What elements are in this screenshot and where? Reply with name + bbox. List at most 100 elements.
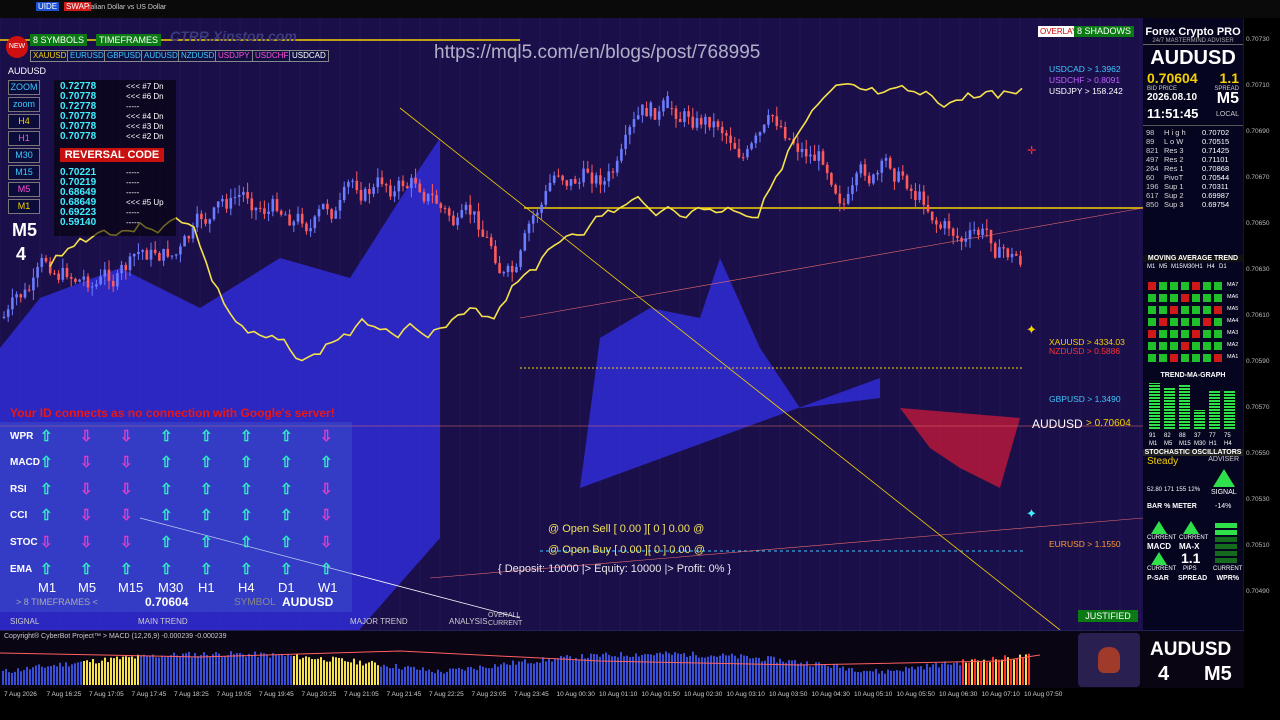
symbol-button-usdjpy[interactable]: USDJPY (215, 50, 253, 62)
candle-body (279, 210, 283, 215)
macd-bar (581, 654, 583, 685)
up-arrow-icon: ⇧ (40, 481, 53, 498)
candle-body (670, 108, 674, 109)
down-arrow-icon: ⇩ (80, 481, 93, 498)
candle-body (846, 193, 850, 204)
pivot-count: 821 (1146, 146, 1159, 155)
macd-bar (323, 660, 325, 685)
candle-body (212, 207, 216, 220)
candle-body (557, 175, 560, 177)
level-tag: <<< #5 Up (126, 198, 164, 207)
tf-button-zoom[interactable]: ZOOM (8, 80, 40, 95)
price-chart[interactable]: https://mql5.com/en/blogs/post/768995 CT… (0, 18, 1244, 630)
candle-body (531, 215, 535, 224)
indicator-label-ema: EMA (10, 564, 33, 575)
candle-body (128, 256, 132, 271)
candle-body (888, 157, 892, 169)
ma-cell (1170, 342, 1178, 350)
macd-bar (122, 656, 124, 685)
ma-cell (1148, 318, 1156, 326)
macd-bar (674, 652, 676, 685)
macd-up-icon (1151, 521, 1167, 534)
pivot-name: Sup 3 (1164, 200, 1184, 209)
trend-bar-value: 75 (1224, 433, 1231, 439)
up-arrow-icon: ⇧ (280, 507, 293, 524)
candle-body (935, 220, 938, 225)
tf-button-m1[interactable]: M1 (8, 199, 40, 214)
up-arrow-icon: ⇧ (40, 507, 53, 524)
timeframes-button[interactable]: TIMEFRAMES (96, 34, 162, 46)
candle-body (876, 172, 879, 175)
candle-body (481, 229, 485, 237)
macd-bar (911, 666, 913, 685)
tf-button-h1[interactable]: H1 (8, 131, 40, 146)
up-arrow-icon: ⇧ (280, 534, 293, 551)
macd-bar (110, 657, 112, 685)
macd-num: 4 (1158, 663, 1170, 685)
candle-body (44, 257, 48, 262)
symbols-button[interactable]: 8 SYMBOLS (30, 34, 88, 46)
candle-body (666, 96, 669, 108)
candle-body (657, 111, 661, 120)
macd-bar (1022, 657, 1024, 685)
macd-bar (26, 666, 28, 685)
candle-body (326, 203, 329, 210)
url-watermark: https://mql5.com/en/blogs/post/768995 (434, 42, 761, 63)
symbol-button-audusd[interactable]: AUDUSD (141, 50, 181, 62)
macd-bar (464, 670, 466, 685)
new-badge[interactable]: NEW (6, 36, 28, 58)
indicator-tf-m5: M5 (78, 580, 97, 595)
candle-body (426, 193, 430, 202)
guide-button[interactable]: UIDE (36, 2, 60, 11)
macd-bar (968, 662, 970, 685)
tf-button-h4[interactable]: H4 (8, 114, 40, 129)
macd-bar (191, 657, 193, 685)
tf-button-m5[interactable]: M5 (8, 182, 40, 197)
macd-bar (350, 662, 352, 685)
cyan-marker-icon: ✦ (1026, 506, 1037, 521)
macd-bar (539, 662, 541, 685)
candle-body (956, 235, 959, 238)
candle-body (27, 289, 31, 291)
macd-bar (29, 669, 31, 685)
macd-bar (686, 656, 688, 685)
macd-bar (467, 667, 469, 685)
symbol-button-usdcad[interactable]: USDCAD (289, 50, 329, 62)
shadows-button[interactable]: 8 SHADOWS (1074, 26, 1135, 37)
macd-bar (38, 664, 40, 685)
macd-bar (821, 664, 823, 685)
macd-bar (278, 655, 280, 685)
pivot-name: PivoT (1164, 173, 1184, 182)
symbol-button-nzdusd[interactable]: NZDUSD (178, 50, 218, 62)
overlay-label-usdchf: USDCHF > 0.8091 (1049, 75, 1121, 85)
ma-tf-label: D1 (1219, 264, 1227, 270)
macd-bar (374, 662, 376, 685)
symbol-button-xauusd[interactable]: XAUUSD (30, 50, 70, 62)
tf-button-zoom[interactable]: zoom (8, 97, 40, 112)
pivot-count: 850 (1146, 200, 1159, 209)
time-tick-label: 10 Aug 07:50 (1024, 691, 1063, 698)
macd-bar (461, 669, 463, 685)
tf-button-m15[interactable]: M15 (8, 165, 40, 180)
macd-bar (488, 668, 490, 685)
candle-body (305, 223, 308, 232)
symbol-button-usdchf[interactable]: USDCHF (252, 50, 292, 62)
symbol-button-gbpusd[interactable]: GBPUSD (104, 50, 144, 62)
macd-bar (332, 656, 334, 685)
macd-bar (497, 666, 499, 685)
macd-bar (1001, 659, 1003, 685)
macd-bar (11, 672, 13, 685)
symbol-button-eurusd[interactable]: EURUSD (67, 50, 107, 62)
macd-bar (620, 652, 622, 685)
candle-body (817, 151, 821, 161)
price-tick-label: 0.70550 (1246, 450, 1270, 457)
indicator-tf-h4: H4 (238, 580, 255, 595)
macd-bar (908, 668, 910, 685)
ma-cell (1181, 294, 1189, 302)
candle-body (624, 134, 627, 149)
window-title: ralian Dollar vs US Dollar (88, 4, 167, 11)
tf-button-m30[interactable]: M30 (8, 148, 40, 163)
chart-price-label: > 0.70604 (1086, 418, 1131, 429)
wpr-segment (1215, 537, 1237, 542)
trend-bar (1164, 388, 1175, 429)
